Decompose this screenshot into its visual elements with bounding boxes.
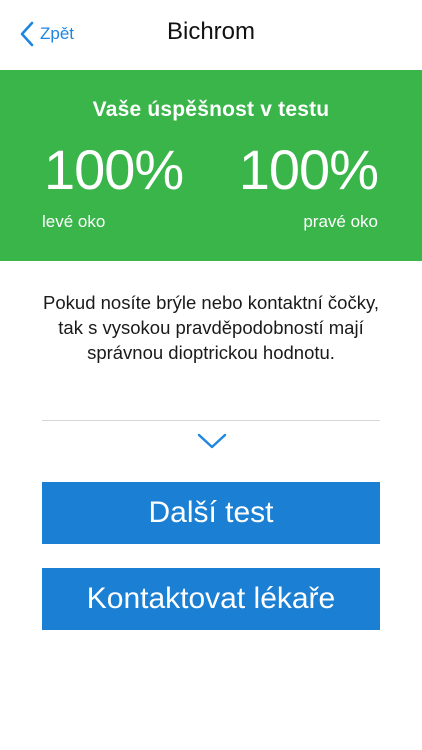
next-test-button[interactable]: Další test: [42, 482, 380, 544]
result-heading: Vaše úspěšnost v testu: [92, 98, 330, 121]
page-title: Bichrom: [166, 18, 256, 45]
right-eye-score: 100%: [238, 138, 379, 201]
left-eye-label: levé oko: [42, 212, 106, 231]
chevron-down-icon[interactable]: [197, 432, 227, 450]
right-eye-label: pravé oko: [303, 212, 378, 231]
divider: [42, 420, 380, 421]
result-message: Pokud nosíte brýle nebo kontaktní čočky,…: [43, 292, 379, 363]
left-eye-score: 100%: [44, 138, 184, 201]
navigation-bar: Zpět Bichrom: [0, 0, 422, 70]
contact-doctor-button[interactable]: Kontaktovat lékaře: [42, 568, 380, 630]
test-result-panel: Vaše úspěšnost v testu 100% 100% levé ok…: [0, 70, 422, 261]
